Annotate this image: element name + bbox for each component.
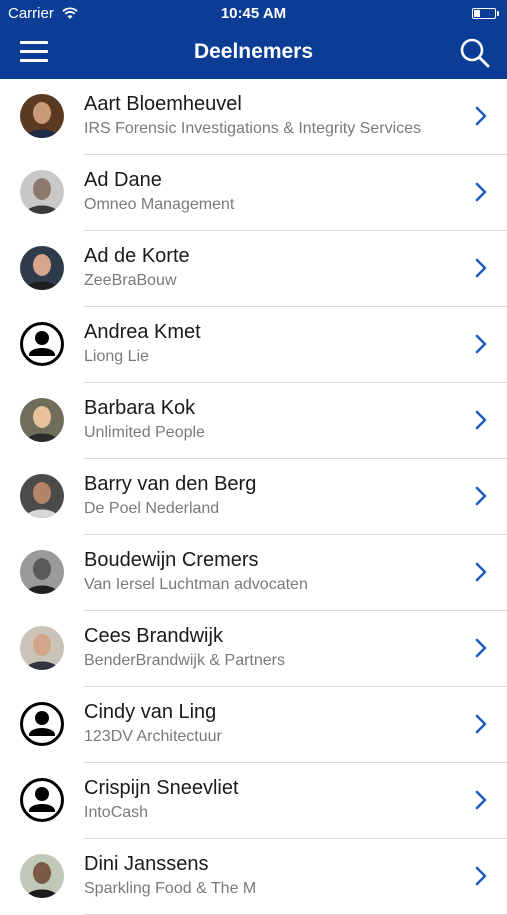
- chevron-right-icon: [475, 866, 487, 886]
- battery-icon: [472, 8, 499, 19]
- participant-row[interactable]: Crispijn Sneevliet IntoCash: [0, 763, 507, 839]
- participant-company: Liong Lie: [84, 348, 149, 365]
- participant-name: Crispijn Sneevliet: [84, 777, 239, 799]
- participant-name: Ad de Korte: [84, 245, 190, 267]
- avatar: [20, 854, 64, 898]
- participant-name: Barry van den Berg: [84, 473, 257, 495]
- chevron-right-icon: [475, 638, 487, 658]
- participant-row[interactable]: Boudewijn Cremers Van Iersel Luchtman adv…: [0, 535, 507, 611]
- participant-company: De Poel Nederland: [84, 500, 220, 517]
- avatar-placeholder-icon: [20, 778, 64, 822]
- chevron-right-icon: [475, 410, 487, 430]
- participant-name: Barbara Kok: [84, 397, 196, 419]
- participant-company: Sparkling Food & The M: [84, 880, 257, 897]
- participant-company: Van Iersel Luchtman advocaten: [84, 576, 308, 593]
- avatar: [20, 626, 64, 670]
- participant-row[interactable]: Ad de Korte ZeeBraBouw: [0, 231, 507, 307]
- avatar: [20, 170, 64, 214]
- chevron-right-icon: [475, 106, 487, 126]
- participant-company: BenderBrandwijk & Partners: [84, 652, 285, 669]
- participant-company: Omneo Management: [84, 196, 235, 213]
- participant-name: Cees Brandwijk: [84, 625, 223, 647]
- status-bar: Carrier 10:45 AM: [0, 0, 507, 28]
- chevron-right-icon: [475, 258, 487, 278]
- participant-company: IRS Forensic Investigations & Integrity …: [84, 120, 422, 137]
- participant-name: Boudewijn Cremers: [84, 549, 259, 571]
- participant-row[interactable]: Barry van den Berg De Poel Nederland: [0, 459, 507, 535]
- clock: 10:45 AM: [220, 5, 287, 22]
- avatar: [20, 246, 64, 290]
- chevron-right-icon: [475, 562, 487, 582]
- participant-row[interactable]: Cees Brandwijk BenderBrandwijk & Partners: [0, 611, 507, 687]
- participant-name: Ad Dane: [84, 169, 162, 191]
- participant-row[interactable]: Barbara Kok Unlimited People: [0, 383, 507, 459]
- page-title: Deelnemers: [193, 40, 314, 63]
- participant-row[interactable]: Aart Bloemheuvel IRS Forensic Investigati…: [0, 79, 507, 155]
- participant-row[interactable]: Ad Dane Omneo Management: [0, 155, 507, 231]
- participant-list: Aart Bloemheuvel IRS Forensic Investigati…: [0, 79, 507, 915]
- participant-company: 123DV Architectuur: [84, 728, 222, 745]
- avatar-placeholder-icon: [20, 322, 64, 366]
- chevron-right-icon: [475, 486, 487, 506]
- participant-row[interactable]: Cindy van Ling 123DV Architectuur: [0, 687, 507, 763]
- participant-company: IntoCash: [84, 804, 149, 821]
- avatar-placeholder-icon: [20, 702, 64, 746]
- participant-name: Dini Janssens: [84, 853, 209, 875]
- avatar: [20, 474, 64, 518]
- participant-row[interactable]: Dini Janssens Sparkling Food & The M: [0, 839, 507, 915]
- participant-company: ZeeBraBouw: [84, 272, 177, 289]
- participant-row[interactable]: Andrea Kmet Liong Lie: [0, 307, 507, 383]
- avatar: [20, 398, 64, 442]
- app-header: Carrier 10:45 AM Deelnemers: [0, 0, 507, 79]
- participant-name: Cindy van Ling: [84, 701, 217, 723]
- chevron-right-icon: [475, 182, 487, 202]
- search-icon[interactable]: [459, 37, 491, 69]
- chevron-right-icon: [475, 334, 487, 354]
- participant-company: Unlimited People: [84, 424, 205, 441]
- avatar: [20, 550, 64, 594]
- chevron-right-icon: [475, 790, 487, 810]
- chevron-right-icon: [475, 714, 487, 734]
- avatar: [20, 94, 64, 138]
- participant-name: Aart Bloemheuvel: [84, 93, 242, 115]
- participant-name: Andrea Kmet: [84, 321, 201, 343]
